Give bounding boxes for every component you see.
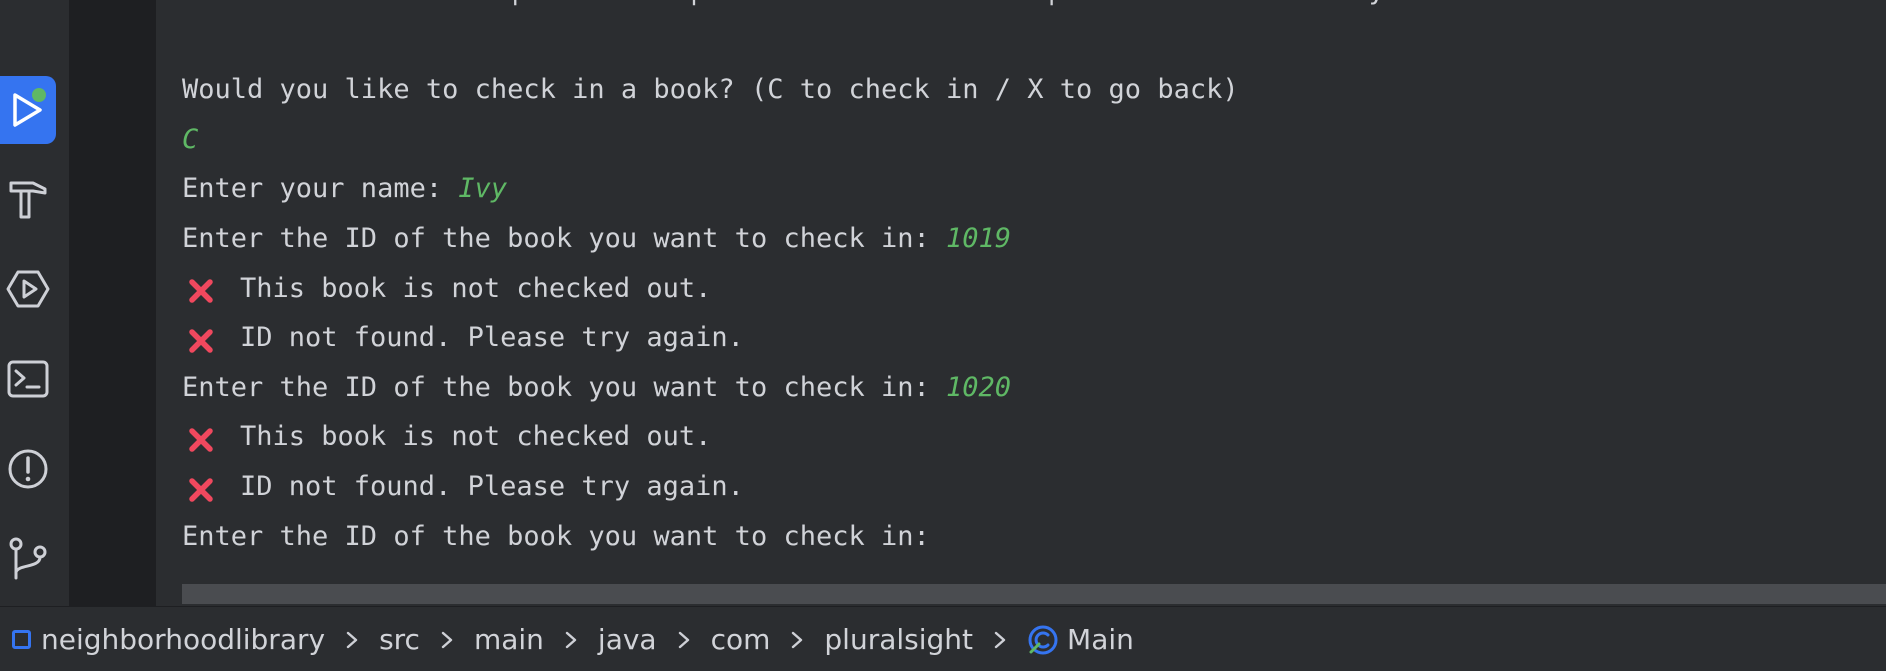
- console-line: Enter the ID of the book you want to che…: [182, 512, 1385, 562]
- git-tool-button[interactable]: [0, 524, 56, 592]
- console-line: Enter the ID of the book you want to che…: [182, 214, 1385, 264]
- console-line: This book is not checked out.: [182, 264, 1385, 314]
- error-x-icon: [186, 273, 216, 304]
- problems-icon: [8, 449, 48, 489]
- git-icon: [9, 537, 47, 580]
- console-user-input: Ivy: [458, 173, 508, 205]
- navigation-bar: neighborhoodlibrary src main java com pl…: [0, 606, 1886, 671]
- error-x-icon: [186, 422, 216, 452]
- module-icon: [12, 630, 31, 649]
- breadcrumb-com[interactable]: com: [711, 623, 771, 656]
- ide-window: 17. Brave New World | ID: 1018 | ISBN: 9…: [0, 0, 1886, 671]
- console-line: ID not found. Please try again.: [182, 313, 1385, 363]
- chevron-right-icon: [544, 630, 598, 650]
- build-tool-button[interactable]: [0, 165, 56, 233]
- tool-window-stripe: [0, 0, 70, 606]
- breadcrumb-module[interactable]: neighborhoodlibrary: [41, 623, 325, 656]
- breadcrumb-main-class[interactable]: Main: [1067, 623, 1134, 656]
- console-output: 17. Brave New World | ID: 1018 | ISBN: 9…: [182, 0, 1385, 561]
- console-gutter: [70, 0, 156, 606]
- console-line-text: Enter your name:: [182, 173, 459, 205]
- breadcrumb-java[interactable]: java: [598, 623, 657, 656]
- run-tool-button[interactable]: [0, 76, 56, 144]
- console-line: 17. Brave New World | ID: 1018 | ISBN: 9…: [182, 0, 1385, 16]
- console-line: ID not found. Please try again.: [182, 462, 1385, 512]
- problems-tool-button[interactable]: [0, 435, 56, 503]
- run-console[interactable]: 17. Brave New World | ID: 1018 | ISBN: 9…: [156, 0, 1886, 606]
- chevron-right-icon: [973, 630, 1027, 650]
- console-line-text: This book is not checked out.: [240, 421, 712, 453]
- console-line: Enter the ID of the book you want to che…: [182, 363, 1385, 413]
- console-line-text: Enter the ID of the book you want to che…: [182, 371, 947, 403]
- error-x-icon: [186, 323, 216, 353]
- chevron-right-icon: [420, 630, 474, 650]
- breadcrumb-main[interactable]: main: [474, 623, 544, 656]
- breadcrumb-pluralsight[interactable]: pluralsight: [824, 623, 973, 656]
- console-line-text: Enter the ID of the book you want to che…: [182, 222, 947, 254]
- console-line-text: ID not found. Please try again.: [240, 322, 744, 354]
- build-icon: [9, 181, 47, 219]
- console-line-text: ID not found. Please try again.: [240, 470, 744, 502]
- console-line-text: This book is not checked out.: [240, 272, 712, 304]
- breadcrumb-src[interactable]: src: [379, 623, 420, 656]
- chevron-right-icon: [325, 630, 379, 650]
- services-tool-button[interactable]: [0, 255, 56, 323]
- running-indicator-badge: [32, 88, 46, 102]
- console-user-input: C: [182, 123, 199, 155]
- java-class-icon: [1027, 624, 1059, 656]
- console-line-text: 17. Brave New World | ID: 1018 | ISBN: 9…: [182, 0, 1385, 16]
- chevron-right-icon: [770, 630, 824, 650]
- console-line-text: Enter the ID of the book you want to che…: [182, 520, 930, 552]
- console-user-input: 1019: [946, 222, 1012, 254]
- horizontal-scrollbar[interactable]: [182, 584, 1886, 604]
- console-line: This book is not checked out.: [182, 412, 1385, 462]
- console-line: C: [182, 115, 1385, 165]
- chevron-right-icon: [657, 630, 711, 650]
- terminal-icon: [7, 360, 49, 398]
- terminal-tool-button[interactable]: [0, 345, 56, 413]
- error-x-icon: [186, 472, 216, 502]
- console-line: Would you like to check in a book? (C to…: [182, 65, 1385, 115]
- console-line: Enter your name: Ivy: [182, 164, 1385, 214]
- console-line-text: Would you like to check in a book? (C to…: [182, 74, 1239, 106]
- services-icon: [6, 270, 50, 308]
- console-user-input: 1020: [946, 371, 1012, 403]
